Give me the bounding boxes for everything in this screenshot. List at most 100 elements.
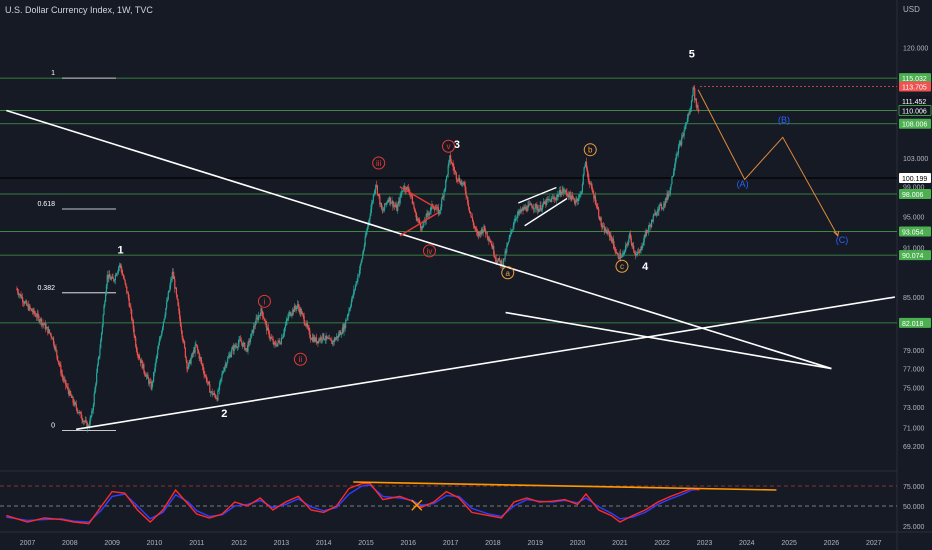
candle-body [386, 202, 388, 204]
candle-body [116, 273, 118, 276]
candle-body [642, 245, 644, 249]
candle-body [57, 355, 59, 361]
candle-body [369, 215, 371, 219]
candle-body [105, 293, 107, 302]
symbol-title[interactable]: U.S. Dollar Currency Index, 1W, TVC [5, 5, 153, 15]
candle-body [80, 412, 82, 419]
candle-body [558, 193, 560, 197]
candle-body [201, 360, 203, 365]
candle-body [489, 240, 492, 243]
candle-body [487, 237, 489, 239]
candle-body [360, 261, 362, 265]
candle-body [448, 160, 450, 166]
candle-body [161, 327, 164, 331]
candle-body [310, 337, 312, 340]
price-box-label: 113.705 [902, 85, 927, 92]
candle-body [613, 244, 615, 250]
candle-body [170, 280, 172, 286]
wave-label: 4 [642, 261, 649, 273]
candle-body [525, 206, 527, 211]
candle-body [283, 332, 285, 336]
candle-body [655, 213, 658, 216]
candle-body [85, 420, 87, 422]
candle-body [67, 387, 69, 391]
candle-body [583, 167, 585, 175]
candle-body [37, 313, 39, 316]
candle-body [366, 230, 368, 235]
candle-body [188, 362, 190, 369]
candle-body [428, 212, 431, 216]
candle-body [128, 298, 130, 307]
candle-body [692, 87, 694, 96]
candle-body [614, 249, 616, 251]
candle-body [472, 221, 474, 226]
candle-body [362, 249, 365, 254]
candle-body [683, 129, 685, 136]
candle-body [538, 209, 540, 212]
candle-body [257, 315, 260, 320]
candle-body [441, 199, 443, 208]
candle-body [138, 355, 140, 358]
candle-body [372, 195, 374, 202]
time-tick-label: 2013 [274, 540, 290, 547]
candle-body [183, 341, 186, 348]
candle-body [285, 320, 287, 325]
candle-body [120, 264, 122, 270]
candle-body [122, 275, 125, 279]
candle-body [208, 381, 210, 384]
candle-body [159, 337, 161, 341]
candle-body [450, 155, 452, 162]
candle-body [578, 194, 580, 199]
candle-body [635, 255, 637, 256]
candle-body [309, 330, 311, 338]
oscillator-tick-label: 25.000 [903, 524, 925, 531]
candle-body [368, 218, 370, 222]
candle-body [250, 333, 252, 339]
candle-body [581, 191, 583, 194]
candle-body [493, 246, 495, 255]
candle-body [382, 210, 384, 212]
candle-body [677, 153, 679, 155]
candle-body [647, 228, 649, 232]
candle-body [399, 195, 401, 203]
candle-body [598, 208, 600, 217]
price-tick-label: 75.000 [903, 386, 925, 393]
price-tick-label: 85.000 [903, 295, 925, 302]
candle-body [677, 146, 680, 154]
candle-body [440, 207, 442, 211]
time-tick-label: 2016 [401, 540, 417, 547]
candlestick-chart[interactable]: 10.6180.382012345iiiiiiivvabc(B)(A)(C)12… [0, 0, 932, 550]
candle-body [70, 391, 72, 396]
candle-body [118, 267, 120, 272]
candle-body [262, 311, 264, 317]
candle-body [219, 379, 221, 383]
candle-body [254, 324, 256, 327]
candle-body [105, 285, 108, 294]
candle-body [362, 253, 364, 259]
time-tick-label: 2026 [824, 540, 840, 547]
candle-body [205, 376, 208, 382]
candle-body [597, 206, 599, 209]
candle-body [445, 176, 448, 181]
candle-body [620, 256, 623, 258]
price-tick-label: 73.000 [903, 405, 925, 412]
candle-body [513, 223, 515, 226]
candle-body [30, 308, 33, 311]
wave-label: 5 [689, 49, 695, 61]
candle-body [136, 351, 138, 356]
candle-body [33, 309, 35, 314]
candle-body [153, 371, 156, 373]
candle-body [65, 379, 67, 386]
candle-body [383, 208, 385, 211]
time-tick-label: 2018 [485, 540, 501, 547]
candle-body [371, 203, 373, 210]
candle-body [591, 186, 593, 191]
candle-body [50, 333, 52, 337]
chart-background [0, 0, 932, 550]
candle-body [152, 381, 154, 383]
candle-body [287, 318, 289, 320]
candle-body [378, 193, 380, 197]
candle-body [402, 190, 404, 192]
candle-body [555, 197, 557, 201]
wave-label-circled: i [264, 297, 266, 306]
